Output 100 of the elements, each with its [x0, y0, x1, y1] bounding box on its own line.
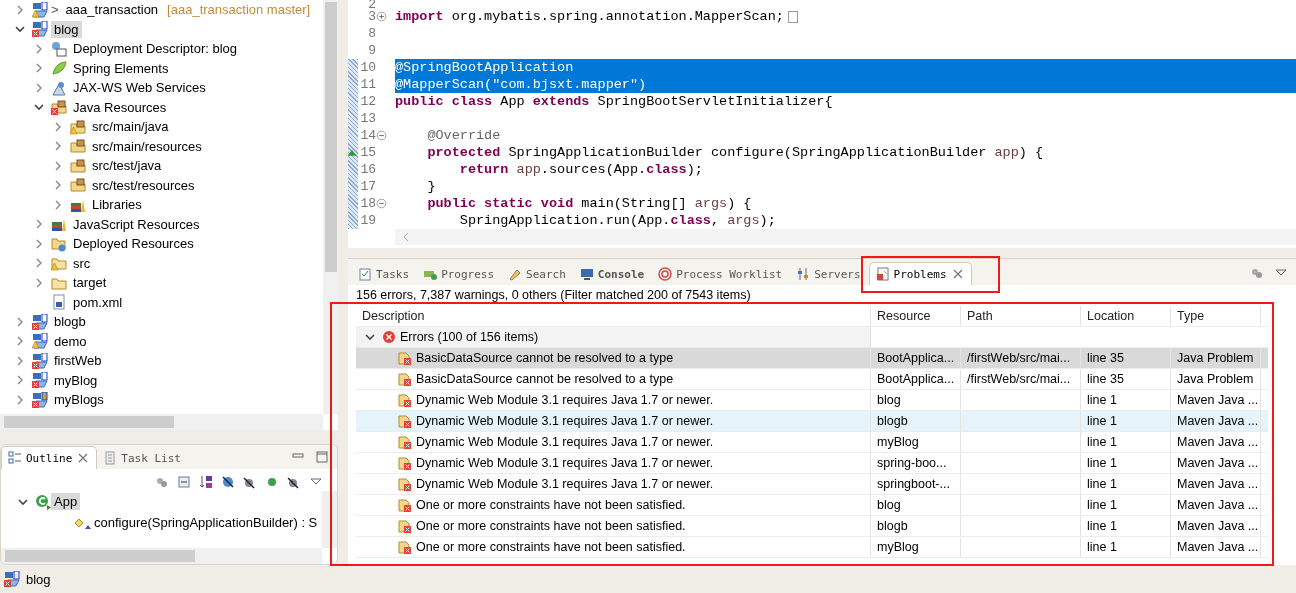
vertical-scrollbar[interactable]	[323, 0, 338, 414]
line-number: 12	[359, 94, 376, 109]
expand-fold-icon[interactable]	[376, 11, 387, 22]
column-header[interactable]: Path	[961, 306, 1081, 326]
table-cell: line 1	[1081, 390, 1171, 410]
table-cell: BootApplica...	[871, 369, 961, 389]
column-header[interactable]: Type	[1171, 306, 1261, 326]
clipboard-icon	[358, 267, 372, 281]
problem-description: One or more constraints have not been satisfied.	[416, 498, 686, 512]
group-icon[interactable]	[1250, 266, 1264, 280]
code-line: protected SpringApplicationBuilder configure(SpringApplicationBuilder app) {	[426, 144, 1045, 161]
column-header[interactable]: Description	[356, 306, 871, 326]
collapse-all-icon[interactable]	[177, 475, 191, 489]
code-line: import org.mybatis.spring.annotation.MapperScan;	[395, 8, 1296, 25]
horizontal-scrollbar[interactable]	[1, 548, 322, 564]
tree-item[interactable]: firstWeb	[51, 352, 105, 370]
tree-item[interactable]: myBlogs	[51, 391, 107, 409]
tree-item[interactable]: demo	[51, 332, 90, 350]
tree-item[interactable]: myBlog	[51, 371, 101, 389]
problem-row[interactable]: Dynamic Web Module 3.1 requires Java 1.7 or newer. blog line 1 Maven Java ...	[356, 390, 1268, 411]
problem-row[interactable]: Dynamic Web Module 3.1 requires Java 1.7 or newer. myBlog line 1 Maven Java ...	[356, 432, 1268, 453]
sort-icon[interactable]	[199, 475, 213, 489]
problem-row[interactable]: One or more constraints have not been satisfied. myBlog line 1 Maven Java ...	[356, 537, 1268, 558]
code-editor[interactable]	[348, 0, 1296, 248]
table-cell: line 1	[1081, 432, 1171, 452]
outline-item[interactable]: App	[51, 493, 81, 510]
column-header[interactable]: Resource	[871, 306, 961, 326]
hide-local-icon[interactable]	[287, 475, 301, 489]
problem-row[interactable]: Dynamic Web Module 3.1 requires Java 1.7 or newer. springboot-... line 1 Maven Java ...	[356, 474, 1268, 495]
error-icon	[398, 456, 412, 470]
problem-row[interactable]: BasicDataSource cannot be resolved to a type BootApplica... /firstWeb/src/mai... line 35 Java Problem	[356, 348, 1268, 369]
tree-item[interactable]: blogb	[51, 313, 89, 331]
problem-description: One or more constraints have not been satisfied.	[416, 519, 686, 533]
tree-item[interactable]: Spring Elements	[70, 59, 172, 77]
problem-row[interactable]: Dynamic Web Module 3.1 requires Java 1.7 or newer. blogb line 1 Maven Java ...	[356, 411, 1268, 432]
table-cell: BootApplica...	[871, 348, 961, 368]
tree-item[interactable]: Deployment Descriptor: blog	[70, 40, 241, 58]
tree-item[interactable]: Java Resources	[70, 98, 170, 116]
table-cell: line 1	[1081, 411, 1171, 431]
group-label[interactable]: Errors (100 of 156 items)	[400, 330, 539, 344]
tree-item[interactable]: target	[70, 274, 110, 292]
view-tab[interactable]: Console	[573, 263, 651, 285]
table-cell: myBlog	[871, 432, 961, 452]
view-tab[interactable]: Progress	[417, 263, 501, 285]
problems-icon	[875, 267, 890, 281]
error-icon	[398, 477, 412, 491]
folded-code-marker[interactable]	[787, 10, 798, 23]
table-cell: spring-boo...	[871, 453, 961, 473]
tree-item[interactable]: Deployed Resources	[70, 235, 197, 253]
maximize-icon[interactable]	[315, 450, 329, 464]
view-tab[interactable]: Process Worklist	[652, 263, 789, 285]
tree-item[interactable]: JavaScript Resources	[70, 215, 203, 233]
column-header[interactable]: Location	[1081, 306, 1171, 326]
tree-item[interactable]: src	[70, 254, 94, 272]
problem-description: Dynamic Web Module 3.1 requires Java 1.7 or newer.	[416, 435, 714, 449]
error-icon	[398, 351, 412, 365]
tree-item[interactable]: blog	[51, 20, 82, 38]
outline-item[interactable]: configure(SpringApplicationBuilder) : S	[91, 514, 321, 531]
tree-item[interactable]: src/test/java	[89, 157, 165, 175]
problem-description: Dynamic Web Module 3.1 requires Java 1.7 or newer.	[416, 414, 714, 428]
table-cell: blogb	[871, 411, 961, 431]
problem-description: BasicDataSource cannot be resolved to a type	[416, 372, 674, 386]
tree-item[interactable]: aaa_transaction	[62, 1, 162, 19]
tree-item[interactable]: Libraries	[89, 196, 145, 214]
view-tab[interactable]: Servers	[790, 263, 867, 285]
tree-item[interactable]: pom.xml	[70, 293, 126, 311]
panel-tab[interactable]: Task List	[97, 447, 187, 469]
view-tab[interactable]: Problems	[868, 262, 972, 285]
error-icon	[398, 393, 412, 407]
horizontal-scrollbar[interactable]	[395, 229, 1296, 245]
line-number: 17	[359, 179, 376, 194]
panel-tab[interactable]: Outline	[1, 446, 98, 469]
table-cell: Maven Java ...	[1171, 516, 1261, 536]
outline-icon	[8, 451, 22, 465]
horizontal-scrollbar[interactable]	[0, 414, 323, 430]
tree-item[interactable]: src/main/resources	[89, 137, 205, 155]
table-cell: Maven Java ...	[1171, 390, 1261, 410]
hide-fields-icon[interactable]	[221, 475, 235, 489]
code-line: public static void main(String[] args) {	[426, 195, 753, 212]
code-line: }	[426, 178, 437, 195]
view-tab[interactable]: Tasks	[352, 263, 416, 285]
table-cell: Maven Java ...	[1171, 411, 1261, 431]
table-cell: Java Problem	[1171, 369, 1261, 389]
hide-static-icon[interactable]	[243, 475, 257, 489]
group-icon[interactable]	[155, 475, 169, 489]
tree-item[interactable]: JAX-WS Web Services	[70, 79, 209, 97]
problem-row[interactable]: One or more constraints have not been satisfied. blogb line 1 Maven Java ...	[356, 516, 1268, 537]
problem-row[interactable]: BasicDataSource cannot be resolved to a type BootApplica... /firstWeb/src/mai... line 35 Java Problem	[356, 369, 1268, 390]
flashlight-icon	[508, 267, 523, 281]
class-icon	[35, 493, 51, 510]
tree-item[interactable]: src/test/resources	[89, 176, 198, 194]
error-icon	[382, 330, 396, 344]
dot-icon[interactable]	[265, 475, 279, 489]
problem-row[interactable]: One or more constraints have not been satisfied. blog line 1 Maven Java ...	[356, 495, 1268, 516]
collapse-fold-icon[interactable]	[376, 198, 387, 209]
view-tab[interactable]: Search	[502, 263, 572, 285]
table-cell: Maven Java ...	[1171, 453, 1261, 473]
collapse-fold-icon[interactable]	[376, 130, 387, 141]
tree-item[interactable]: src/main/java	[89, 118, 172, 136]
problem-row[interactable]: Dynamic Web Module 3.1 requires Java 1.7 or newer. spring-boo... line 1 Maven Java ...	[356, 453, 1268, 474]
